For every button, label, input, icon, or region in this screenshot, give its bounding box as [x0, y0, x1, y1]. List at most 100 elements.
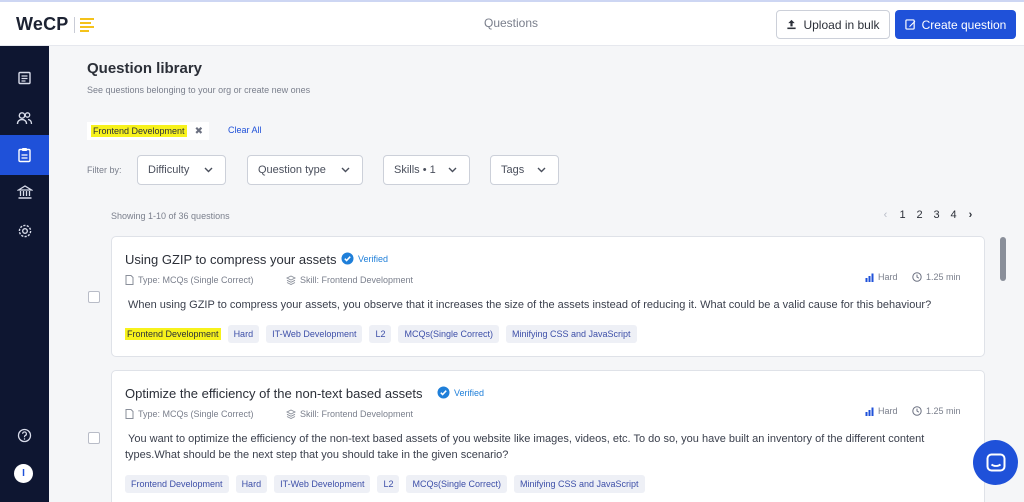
library-icon: [16, 185, 33, 199]
upload-icon: [787, 19, 797, 30]
tag-chip: Hard: [227, 325, 260, 343]
chat-support-button[interactable]: [973, 440, 1018, 485]
page-2-button[interactable]: 2: [911, 209, 928, 221]
skills-dropdown-label: Skills • 1: [394, 164, 436, 176]
create-question-button[interactable]: Create question: [895, 10, 1016, 39]
verified-badge: Verified: [341, 252, 388, 265]
tags-dropdown-label: Tags: [501, 164, 525, 176]
difficulty-bars-icon: [865, 273, 874, 282]
tag-chip: Frontend Development: [125, 325, 221, 343]
skill-layers-icon: [286, 409, 296, 419]
sidebar-item-settings[interactable]: [0, 211, 49, 251]
avatar[interactable]: I: [14, 464, 33, 483]
filter-by-label: Filter by:: [87, 165, 122, 175]
upload-in-bulk-button[interactable]: Upload in bulk: [776, 10, 890, 39]
document-icon: [125, 275, 134, 285]
question-type-text: Type: MCQs (Single Correct): [138, 275, 254, 285]
upload-in-bulk-label: Upload in bulk: [803, 17, 880, 32]
prev-page-chevron-left-icon[interactable]: ‹: [877, 209, 894, 221]
reports-icon: [17, 71, 31, 85]
question-skill: Skill: Frontend Development: [286, 409, 413, 419]
page-title: Question library: [87, 60, 203, 77]
question-card[interactable]: Optimize the efficiency of the non-text …: [111, 370, 985, 502]
question-difficulty-text: Hard: [878, 406, 898, 416]
top-bar: WeCP Questions Upload in bulk Create que…: [0, 0, 1024, 46]
verified-check-icon: [437, 386, 450, 399]
question-difficulty-text: Hard: [878, 272, 898, 282]
clear-all-link[interactable]: Clear All: [228, 125, 262, 135]
active-filter-label: Frontend Development: [91, 125, 187, 137]
logo-mark-icon: [80, 17, 95, 32]
edit-icon: [904, 19, 915, 30]
chat-icon: [986, 453, 1005, 471]
difficulty-bars-icon: [865, 407, 874, 416]
sidebar-item-candidates[interactable]: [0, 98, 49, 138]
chevron-down-icon: [448, 167, 457, 173]
next-page-chevron-right-icon[interactable]: ›: [962, 209, 979, 221]
sidebar-item-questions[interactable]: [0, 135, 49, 175]
question-skill-text: Skill: Frontend Development: [300, 275, 414, 285]
skill-layers-icon: [286, 275, 296, 285]
question-card[interactable]: Using GZIP to compress your assets Verif…: [111, 236, 985, 357]
question-1-checkbox[interactable]: [88, 291, 100, 303]
sidebar-item-reports[interactable]: [0, 58, 49, 98]
question-duration: 1.25 min: [912, 272, 961, 282]
clock-icon: [912, 272, 922, 282]
question-type: Type: MCQs (Single Correct): [125, 409, 254, 419]
chevron-down-icon: [204, 167, 213, 173]
difficulty-dropdown-label: Difficulty: [148, 164, 190, 176]
skills-dropdown[interactable]: Skills • 1: [383, 155, 470, 185]
tag-chip: Frontend Development: [125, 475, 229, 493]
page-header-title: Questions: [484, 16, 539, 30]
create-question-label: Create question: [921, 17, 1007, 32]
verified-badge: Verified: [437, 386, 484, 399]
tag-chip: Minifying CSS and JavaScript: [513, 475, 645, 493]
active-filter-chip: Frontend Development ✖: [87, 122, 209, 140]
tag-chip: MCQs(Single Correct): [398, 325, 499, 343]
remove-filter-close-icon[interactable]: ✖: [195, 126, 203, 137]
results-count: Showing 1-10 of 36 questions: [111, 211, 230, 221]
logo[interactable]: WeCP: [16, 14, 95, 35]
question-tags: Frontend Development Hard IT-Web Develop…: [125, 475, 645, 493]
question-description: You want to optimize the efficiency of t…: [125, 431, 925, 463]
candidates-icon: [16, 112, 33, 125]
chevron-down-icon: [341, 167, 350, 173]
page-3-button[interactable]: 3: [928, 209, 945, 221]
tags-dropdown[interactable]: Tags: [490, 155, 559, 185]
question-2-checkbox[interactable]: [88, 432, 100, 444]
difficulty-dropdown[interactable]: Difficulty: [137, 155, 226, 185]
question-type-dropdown[interactable]: Question type: [247, 155, 363, 185]
logo-text: WeCP: [16, 14, 69, 34]
verified-check-icon: [341, 252, 354, 265]
verified-label: Verified: [358, 253, 389, 264]
question-title[interactable]: Using GZIP to compress your assets: [125, 252, 336, 267]
question-title[interactable]: Optimize the efficiency of the non-text …: [125, 386, 422, 401]
page-subtitle: See questions belonging to your org or c…: [87, 85, 311, 95]
tag-chip: L2: [369, 325, 392, 343]
document-icon: [125, 409, 134, 419]
tag-chip: L2: [377, 475, 400, 493]
question-difficulty: Hard: [865, 406, 898, 416]
sidebar-item-library[interactable]: [0, 172, 49, 212]
pagination: ‹ 1 2 3 4 ›: [877, 209, 979, 221]
page-1-button[interactable]: 1: [894, 209, 911, 221]
page-4-button[interactable]: 4: [945, 209, 962, 221]
tag-chip: Minifying CSS and JavaScript: [505, 325, 637, 343]
question-skill: Skill: Frontend Development: [286, 275, 413, 285]
scrollbar-thumb[interactable]: [1000, 237, 1006, 281]
sidebar-item-help[interactable]: [0, 415, 49, 455]
tag-chip: IT-Web Development: [274, 475, 371, 493]
question-difficulty: Hard: [865, 272, 898, 282]
question-type: Type: MCQs (Single Correct): [125, 275, 254, 285]
question-type-text: Type: MCQs (Single Correct): [138, 409, 254, 419]
tag-chip: Hard: [235, 475, 268, 493]
main-content: Question library See questions belonging…: [49, 46, 1024, 502]
logo-divider: [74, 16, 76, 33]
tag-chip: IT-Web Development: [266, 325, 363, 343]
questions-icon: [18, 148, 31, 163]
verified-label: Verified: [454, 387, 485, 398]
question-type-dropdown-label: Question type: [258, 164, 326, 176]
question-skill-text: Skill: Frontend Development: [300, 409, 414, 419]
help-icon: [17, 428, 32, 442]
question-description-line: You want to optimize the efficiency of t…: [128, 433, 925, 445]
